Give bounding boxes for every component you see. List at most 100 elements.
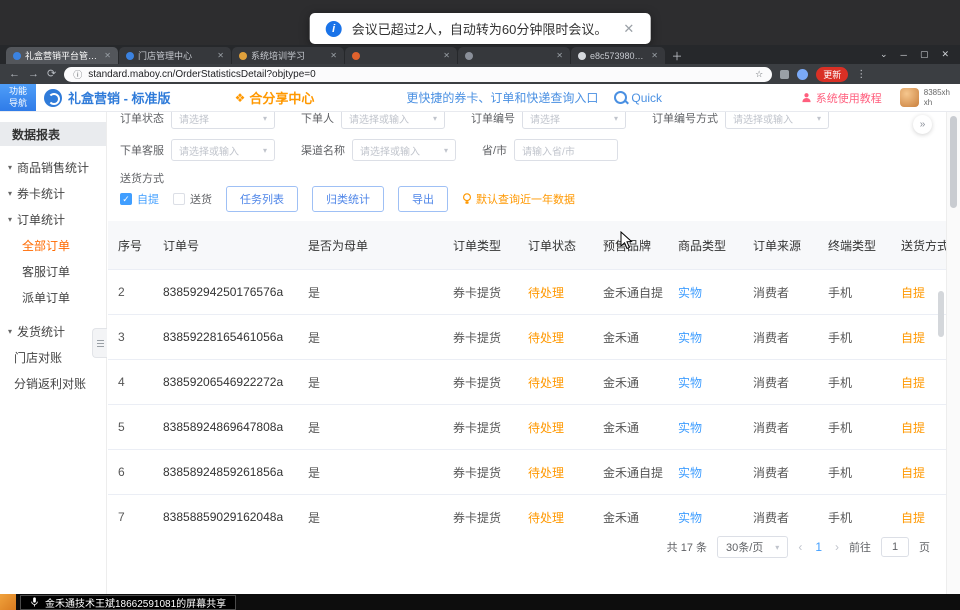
back-icon[interactable]: ←	[9, 69, 20, 80]
filter-label: 订单编号方式	[652, 112, 718, 126]
user-name: 8385xh xh	[924, 88, 950, 107]
browser-tab[interactable]: e8c573980b1328a258fd2e6il✕	[571, 47, 665, 64]
tab-close-icon[interactable]: ✕	[443, 51, 450, 60]
tutorial-link[interactable]: 系统使用教程	[801, 90, 882, 106]
refresh-icon[interactable]: ⟳	[47, 69, 56, 80]
goods-type-link[interactable]: 实物	[678, 511, 702, 525]
next-page-icon[interactable]: ›	[835, 540, 839, 554]
browser-tab[interactable]: ✕	[458, 47, 570, 64]
chevron-down-icon: ▾	[263, 114, 267, 123]
function-nav-line1: 功能	[9, 86, 27, 97]
extension-icon[interactable]	[780, 70, 789, 79]
share-center-link[interactable]: ❖ 合分享中心	[235, 88, 315, 107]
chevron-down-icon: ▾	[775, 543, 779, 552]
goto-page-input[interactable]: 1	[881, 537, 909, 557]
sidebar-item[interactable]: ▾商品销售统计	[0, 154, 106, 180]
table-scrollbar-thumb[interactable]	[938, 291, 944, 337]
sidebar-item[interactable]: ▾订单统计	[0, 206, 106, 232]
new-tab-button[interactable]: ＋	[669, 48, 685, 64]
column-header: 送货方式	[891, 221, 946, 270]
browser-menu-icon[interactable]: ⋮	[856, 69, 866, 80]
column-header: 订单状态	[518, 221, 593, 270]
tab-close-icon[interactable]: ✕	[217, 51, 224, 60]
table-cell: 金禾通	[593, 495, 668, 528]
app-logo[interactable]: 礼盒营销 - 标准版	[44, 88, 171, 107]
maximize-icon[interactable]: ▢	[920, 49, 929, 60]
tab-title: 门店管理中心	[138, 49, 213, 62]
screen-share-indicator[interactable]: 金禾通技术王斌18662591081的屏幕共享	[20, 595, 236, 610]
page-scrollbar[interactable]	[946, 112, 960, 594]
function-nav-button[interactable]: 功能 导航	[0, 84, 36, 111]
sidebar-item[interactable]: 分销返利对账	[0, 370, 106, 396]
browser-profile-icon[interactable]	[797, 69, 808, 80]
user-avatar	[900, 88, 919, 107]
filter-row-1: 订单状态请选择▾下单人请选择或输入▾订单编号请选择▾订单编号方式请选择或输入▾	[120, 112, 946, 130]
tab-search-icon[interactable]: ⌄	[880, 49, 888, 60]
window-close-icon[interactable]: ✕	[941, 49, 949, 60]
status-text: 待处理	[528, 511, 564, 525]
filter-group: 省/市请输入省/市	[482, 139, 618, 161]
sidebar-collapse-handle[interactable]	[92, 328, 107, 358]
sidebar-section-data-reports[interactable]: 数据报表	[0, 122, 106, 146]
filter-select[interactable]: 请选择或输入▾	[341, 112, 445, 129]
user-menu[interactable]: 8385xh xh	[900, 88, 950, 107]
delivery-checkbox[interactable]: ✓自提	[120, 191, 159, 207]
tab-close-icon[interactable]: ✕	[651, 51, 658, 60]
sidebar-item-label: 发货统计	[17, 323, 65, 340]
sidebar-item[interactable]: 派单订单	[0, 284, 106, 310]
page-scrollbar-thumb[interactable]	[950, 116, 957, 208]
goods-type-link[interactable]: 实物	[678, 286, 702, 300]
browser-tab[interactable]: 礼盒营销平台管理中心✕	[6, 47, 118, 64]
goods-type-link[interactable]: 实物	[678, 466, 702, 480]
filter-input[interactable]: 请输入省/市	[514, 139, 618, 161]
export-button[interactable]: 导出	[398, 186, 448, 212]
delivery-checkbox[interactable]: 送货	[173, 191, 212, 207]
filter-label: 下单人	[301, 112, 334, 126]
filter-select[interactable]: 请选择▾	[171, 112, 275, 129]
filter-label: 省/市	[482, 142, 507, 158]
quick-entry-link[interactable]: 更快捷的券卡、订单和快递查询入口	[406, 89, 598, 106]
function-nav-line2: 导航	[9, 98, 27, 109]
browser-tabs: 礼盒营销平台管理中心✕门店管理中心✕系统培训学习✕✕✕e8c573980b132…	[6, 47, 666, 64]
sidebar-item[interactable]: ▾券卡统计	[0, 180, 106, 206]
toast-text: 会议已超过2人，自动转为60分钟限时会议。	[352, 19, 608, 38]
browser-update-button[interactable]: 更新	[816, 67, 848, 82]
tab-close-icon[interactable]: ✕	[104, 51, 111, 60]
filter-select[interactable]: 请选择或输入▾	[171, 139, 275, 161]
site-info-icon[interactable]: ⓘ	[73, 68, 82, 81]
classify-stats-button[interactable]: 归类统计	[312, 186, 384, 212]
tab-close-icon[interactable]: ✕	[556, 51, 563, 60]
close-icon[interactable]: ✕	[623, 21, 634, 37]
status-text: 待处理	[528, 466, 564, 480]
filter-select[interactable]: 请选择▾	[522, 112, 626, 129]
browser-tab[interactable]: 系统培训学习✕	[232, 47, 344, 64]
goods-type-link[interactable]: 实物	[678, 331, 702, 345]
table-cell: 是	[298, 360, 443, 405]
filter-select[interactable]: 请选择或输入▾	[725, 112, 829, 129]
chevron-down-icon: ▾	[444, 146, 448, 155]
quick-search-button[interactable]: Quick	[614, 91, 662, 105]
filter-select[interactable]: 请选择或输入▾	[352, 139, 456, 161]
task-list-button[interactable]: 任务列表	[226, 186, 298, 212]
minimize-icon[interactable]: ─	[901, 50, 907, 60]
sidebar-item[interactable]: 客服订单	[0, 258, 106, 284]
bookmark-star-icon[interactable]: ☆	[755, 69, 763, 80]
address-bar[interactable]: ⓘ standard.maboy.cn/OrderStatisticsDetai…	[64, 67, 772, 82]
filter-collapse-button[interactable]: »	[913, 115, 932, 134]
prev-page-icon[interactable]: ‹	[798, 540, 802, 554]
unchecked-checkbox-icon	[173, 193, 185, 205]
goods-type-link[interactable]: 实物	[678, 421, 702, 435]
tab-close-icon[interactable]: ✕	[330, 51, 337, 60]
browser-tab[interactable]: ✕	[345, 47, 457, 64]
page-size-select[interactable]: 30条/页 ▾	[717, 536, 788, 558]
sidebar-item[interactable]: 全部订单	[0, 232, 106, 258]
taskbar-avatar	[0, 594, 16, 610]
tab-favicon	[13, 52, 21, 60]
page-number-1[interactable]: 1	[812, 540, 825, 554]
forward-icon[interactable]: →	[28, 69, 39, 80]
sidebar-item[interactable]: 门店对账	[0, 344, 106, 370]
sidebar-item[interactable]: ▾发货统计	[0, 318, 106, 344]
checked-checkbox-icon: ✓	[120, 193, 132, 205]
goods-type-link[interactable]: 实物	[678, 376, 702, 390]
browser-tab[interactable]: 门店管理中心 ✕	[119, 47, 231, 64]
